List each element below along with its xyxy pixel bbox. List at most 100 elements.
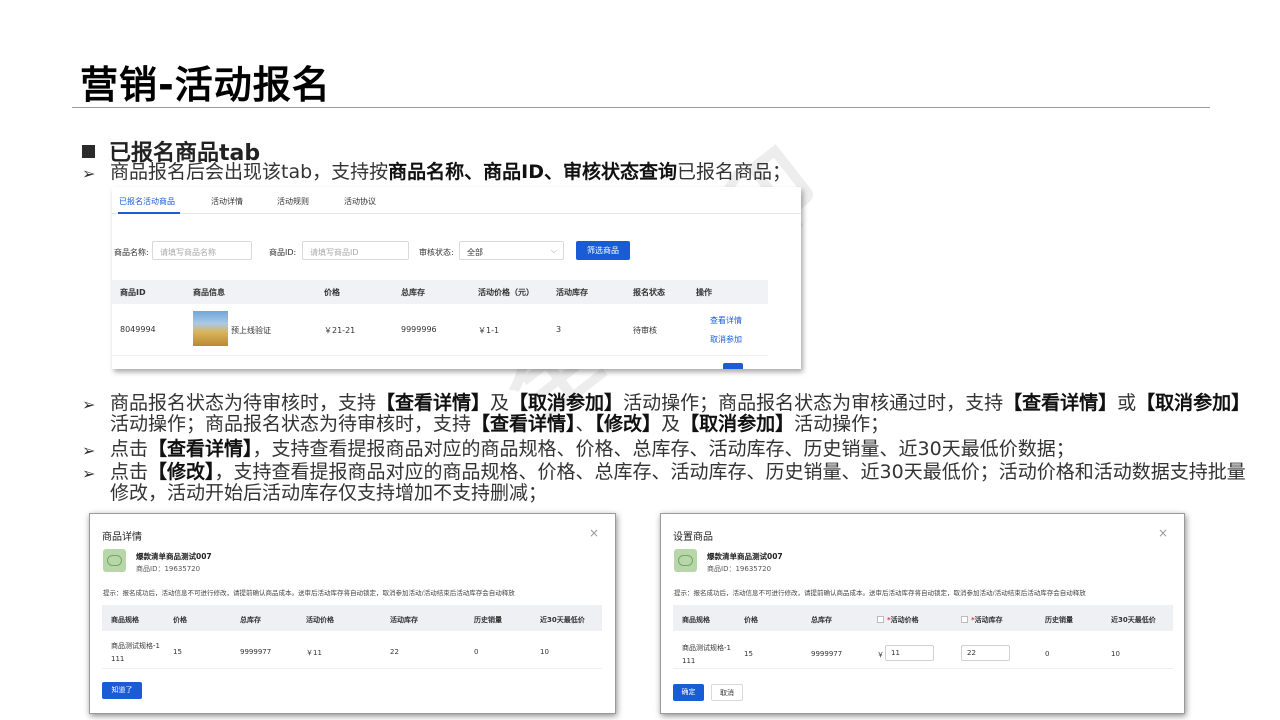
cell-activity-price: ￥11 bbox=[306, 649, 322, 657]
goods-name-input[interactable]: 请填写商品名称 bbox=[152, 241, 252, 260]
close-icon[interactable]: × bbox=[589, 526, 599, 540]
bullet-2: ➢ 商品报名状态为待审核时，支持【查看详情】及【取消参加】活动操作；商品报名状态… bbox=[82, 392, 1251, 435]
row-divider bbox=[102, 668, 602, 669]
goods-id-input[interactable]: 请填写商品ID bbox=[302, 241, 409, 260]
activity-stock-input[interactable]: 22 bbox=[961, 645, 1010, 661]
col-history-sales: 历史销量 bbox=[1045, 616, 1073, 624]
col-activity-stock: 活动库存 bbox=[556, 288, 588, 297]
cell-history-sales: 0 bbox=[474, 648, 479, 656]
col-activity-stock: *活动库存 bbox=[961, 615, 1003, 625]
arrow-bullet-icon: ➢ bbox=[82, 164, 96, 183]
dialog-tip: 提示：报名成功后，活动信息不可进行修改，请提前确认商品成本。送审后活动库存将自动… bbox=[103, 589, 515, 597]
goods-detail-dialog: 商品详情 × 爆款清单商品测试007 商品ID：19635720 提示：报名成功… bbox=[89, 513, 616, 714]
dialog-tip: 提示：报名成功后，活动信息不可进行修改，请提前确认商品成本。送审后活动库存将自动… bbox=[674, 589, 1086, 597]
audit-status-select[interactable]: 全部 ⌵ bbox=[459, 241, 564, 260]
col-goods-id: 商品ID bbox=[120, 288, 146, 297]
col-total-stock: 总库存 bbox=[240, 616, 261, 624]
col-30day-low: 近30天最低价 bbox=[1111, 616, 1156, 624]
registered-goods-screenshot: 已报名活动商品 活动详情 活动规则 活动协议 商品名称: 请填写商品名称 商品I… bbox=[112, 187, 801, 369]
cell-30day-low: 10 bbox=[540, 648, 549, 656]
product-avatar bbox=[674, 549, 697, 572]
col-spec: 商品规格 bbox=[682, 616, 710, 624]
view-detail-link[interactable]: 查看详情 bbox=[710, 315, 742, 326]
activity-price-input[interactable]: 11 bbox=[885, 645, 934, 661]
tab-activity-agreement[interactable]: 活动协议 bbox=[344, 196, 376, 207]
tab-activity-detail[interactable]: 活动详情 bbox=[211, 196, 243, 207]
arrow-bullet-icon: ➢ bbox=[82, 441, 96, 460]
product-name: 爆款清单商品测试007 bbox=[707, 552, 783, 561]
tab-registered-goods[interactable]: 已报名活动商品 bbox=[119, 196, 175, 207]
select-all-checkbox[interactable] bbox=[877, 616, 884, 623]
col-activity-stock: 活动库存 bbox=[390, 616, 418, 624]
arrow-bullet-icon: ➢ bbox=[82, 395, 96, 414]
col-30day-low: 近30天最低价 bbox=[540, 616, 585, 624]
dialog-title: 商品详情 bbox=[102, 532, 142, 543]
col-price: 价格 bbox=[324, 288, 340, 297]
cell-status: 待审核 bbox=[633, 326, 657, 335]
cell-total-stock: 9999977 bbox=[811, 650, 843, 658]
goods-id-label: 商品ID: bbox=[269, 248, 297, 257]
col-price: 价格 bbox=[744, 616, 758, 624]
col-activity-price: 活动价格 bbox=[306, 616, 334, 624]
cell-spec-sub: 111 bbox=[111, 655, 125, 663]
bullet-3: ➢ 点击【查看详情】，支持查看提报商品对应的商品规格、价格、总库存、活动库存、历… bbox=[82, 438, 1075, 461]
cell-activity-price: ￥1-1 bbox=[478, 326, 500, 335]
cell-price: 15 bbox=[173, 648, 182, 656]
col-total-stock: 总库存 bbox=[811, 616, 832, 624]
product-name: 爆款清单商品测试007 bbox=[136, 552, 212, 561]
cell-activity-stock: 22 bbox=[390, 648, 399, 656]
col-goods-info: 商品信息 bbox=[193, 288, 225, 297]
bullet-4: ➢ 点击【修改】，支持查看提报商品对应的商品规格、价格、总库存、活动库存、历史销… bbox=[82, 461, 1246, 504]
title-divider bbox=[72, 107, 1210, 108]
cell-spec: 商品测试规格-1 bbox=[682, 644, 731, 652]
product-id: 商品ID：19635720 bbox=[707, 565, 772, 573]
cell-spec: 商品测试规格-1 bbox=[111, 642, 160, 650]
got-it-button[interactable]: 知道了 bbox=[102, 682, 142, 699]
col-spec: 商品规格 bbox=[111, 616, 139, 624]
col-total-stock: 总库存 bbox=[401, 288, 425, 297]
active-tab-indicator bbox=[118, 212, 180, 214]
close-icon[interactable]: × bbox=[1158, 526, 1168, 540]
cell-goods-id: 8049994 bbox=[120, 325, 156, 334]
square-bullet-icon bbox=[82, 144, 95, 158]
cell-goods-name: 预上线验证 bbox=[231, 326, 271, 335]
cell-price: ￥21-21 bbox=[324, 326, 356, 335]
cell-spec-sub: 111 bbox=[682, 657, 696, 665]
cell-30day-low: 10 bbox=[1111, 650, 1120, 658]
filter-goods-button[interactable]: 筛选商品 bbox=[576, 241, 630, 260]
goods-thumbnail bbox=[193, 311, 228, 346]
row-divider bbox=[673, 668, 1173, 669]
cell-total-stock: 9999996 bbox=[401, 325, 437, 334]
col-activity-price: *活动价格 bbox=[877, 615, 919, 625]
col-price: 价格 bbox=[173, 616, 187, 624]
arrow-bullet-icon: ➢ bbox=[82, 464, 96, 483]
product-id: 商品ID：19635720 bbox=[136, 565, 201, 573]
cell-history-sales: 0 bbox=[1045, 650, 1050, 658]
frog-icon bbox=[107, 555, 122, 566]
col-activity-price: 活动价格（元） bbox=[478, 288, 534, 297]
col-status: 报名状态 bbox=[633, 288, 665, 297]
confirm-button[interactable]: 确定 bbox=[673, 684, 704, 701]
chevron-down-icon: ⌵ bbox=[550, 246, 557, 255]
select-all-checkbox[interactable] bbox=[961, 616, 968, 623]
cell-price: 15 bbox=[744, 650, 753, 658]
cell-activity-stock: 3 bbox=[556, 325, 562, 334]
tab-bar: 已报名活动商品 活动详情 活动规则 活动协议 bbox=[112, 187, 801, 214]
goods-name-label: 商品名称: bbox=[114, 248, 149, 257]
slide-title: 营销-活动报名 bbox=[80, 63, 331, 107]
cell-total-stock: 9999977 bbox=[240, 648, 272, 656]
col-operation: 操作 bbox=[696, 288, 712, 297]
frog-icon bbox=[678, 555, 693, 566]
bullet-1: ➢ 商品报名后会出现该tab，支持按商品名称、商品ID、审核状态查询已报名商品； bbox=[82, 161, 792, 184]
cancel-participation-link[interactable]: 取消参加 bbox=[710, 334, 742, 345]
cancel-button[interactable]: 取消 bbox=[711, 684, 743, 701]
tab-activity-rules[interactable]: 活动规则 bbox=[277, 196, 309, 207]
set-goods-dialog: 设置商品 × 爆款清单商品测试007 商品ID：19635720 提示：报名成功… bbox=[660, 513, 1185, 714]
dialog-title: 设置商品 bbox=[673, 532, 713, 543]
currency-symbol: ￥ bbox=[877, 651, 884, 659]
product-avatar bbox=[103, 549, 126, 572]
col-history-sales: 历史销量 bbox=[474, 616, 502, 624]
audit-status-label: 审核状态: bbox=[419, 248, 454, 257]
page-button[interactable] bbox=[723, 363, 743, 369]
row-divider bbox=[112, 355, 768, 356]
